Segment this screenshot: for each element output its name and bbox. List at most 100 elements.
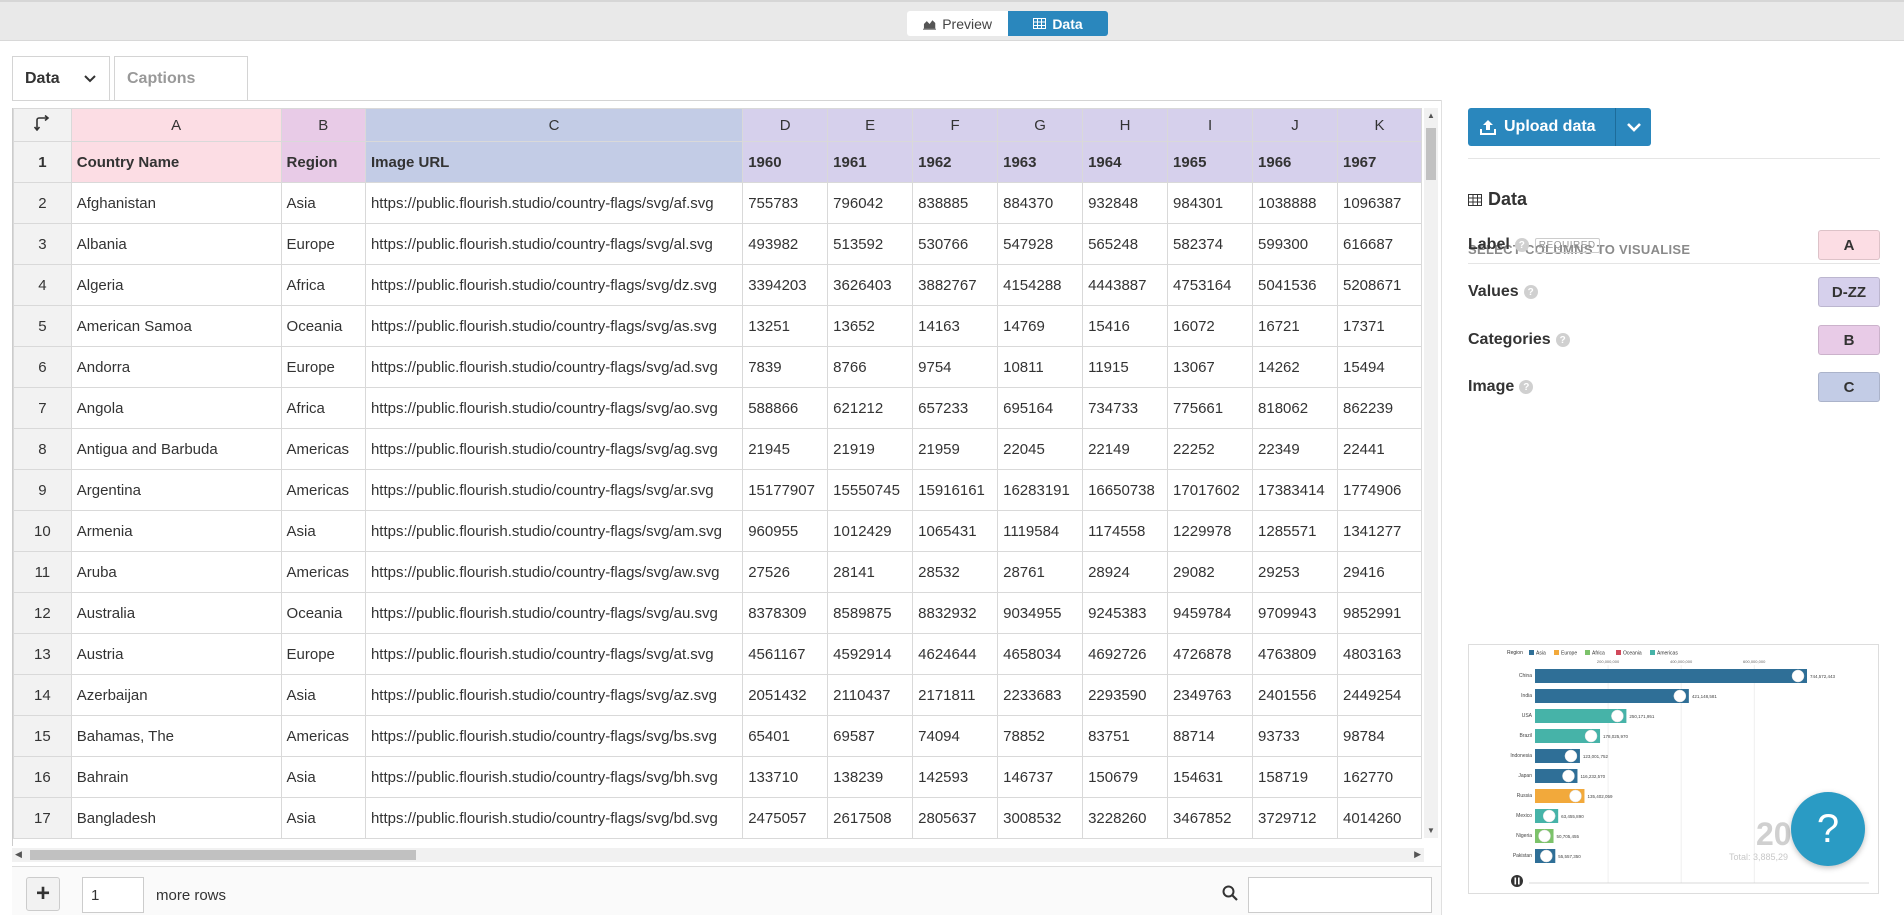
table-cell[interactable]: 29082 [1167,551,1254,593]
column-header-i[interactable]: I [1167,108,1254,142]
table-cell[interactable]: 4753164 [1167,264,1254,306]
table-cell[interactable]: 862239 [1336,387,1422,429]
table-cell[interactable]: Africa [280,387,366,429]
table-cell[interactable]: 838885 [912,182,999,224]
table-cell[interactable]: 582374 [1167,223,1254,265]
table-cell[interactable]: 3467852 [1167,797,1254,839]
table-cell[interactable]: 2171811 [912,674,999,716]
table-cell[interactable]: Americas [280,428,366,470]
row-number[interactable]: 5 [13,305,72,347]
table-cell[interactable]: https://public.flourish.studio/country-f… [364,182,744,224]
table-cell[interactable]: 513592 [827,223,914,265]
vertical-scroll-thumb[interactable] [1426,128,1436,180]
vertical-scrollbar[interactable]: ▲ ▼ [1424,108,1438,838]
table-cell[interactable]: 83751 [1082,715,1169,757]
table-cell[interactable]: 3008532 [997,797,1084,839]
table-cell[interactable]: 16650738 [1082,469,1169,511]
table-cell[interactable]: Americas [280,715,366,757]
question-icon[interactable]: ? [1555,333,1570,347]
table-cell[interactable]: 9459784 [1167,592,1254,634]
table-cell[interactable]: https://public.flourish.studio/country-f… [364,633,744,675]
table-cell[interactable]: 4561167 [742,633,829,675]
table-cell[interactable]: 22045 [997,428,1084,470]
table-cell[interactable]: 2293590 [1082,674,1169,716]
question-icon[interactable]: ? [1514,238,1529,252]
table-cell[interactable]: 15550745 [827,469,914,511]
table-cell[interactable]: Europe [280,346,366,388]
table-cell[interactable]: Afghanistan [70,182,282,224]
table-cell[interactable]: 13067 [1167,346,1254,388]
table-cell[interactable]: https://public.flourish.studio/country-f… [364,674,744,716]
table-cell[interactable]: Aruba [70,551,282,593]
table-cell[interactable]: 22149 [1082,428,1169,470]
table-cell[interactable]: 21945 [742,428,829,470]
table-cell[interactable]: Asia [280,182,366,224]
table-cell[interactable]: 88714 [1167,715,1254,757]
scroll-left-icon[interactable]: ◀ [15,849,22,860]
table-cell[interactable]: 818062 [1252,387,1338,429]
help-button[interactable]: ? [1791,792,1865,866]
table-cell[interactable]: 3626403 [827,264,914,306]
table-cell[interactable]: Americas [280,469,366,511]
table-cell[interactable]: https://public.flourish.studio/country-f… [364,551,744,593]
row-number[interactable]: 3 [13,223,72,265]
table-cell[interactable]: 1174558 [1082,510,1169,552]
scroll-down-icon[interactable]: ▼ [1427,826,1435,835]
table-cell[interactable]: 93733 [1252,715,1338,757]
tab-captions[interactable]: Captions [114,56,248,101]
table-cell[interactable]: 10811 [997,346,1084,388]
table-cell[interactable]: Armenia [70,510,282,552]
table-cell[interactable]: 13251 [742,305,829,347]
table-cell[interactable]: 9034955 [997,592,1084,634]
table-cell[interactable]: 16283191 [997,469,1084,511]
table-cell[interactable]: 932848 [1082,182,1169,224]
column-chip[interactable]: D-ZZ [1818,277,1880,307]
table-cell[interactable]: 2475057 [742,797,829,839]
table-cell[interactable]: 22349 [1252,428,1338,470]
table-cell[interactable]: 2233683 [997,674,1084,716]
table-cell[interactable]: https://public.flourish.studio/country-f… [364,305,744,347]
tab-data[interactable]: Data [12,56,110,101]
table-cell[interactable]: 29416 [1336,551,1422,593]
table-cell[interactable]: 22441 [1336,428,1422,470]
table-cell[interactable]: Andorra [70,346,282,388]
table-cell[interactable]: https://public.flourish.studio/country-f… [364,756,744,798]
table-cell[interactable]: 984301 [1167,182,1254,224]
table-cell[interactable]: 17371 [1336,305,1422,347]
table-cell[interactable]: 21959 [912,428,999,470]
upload-data-button[interactable]: Upload data [1468,108,1615,146]
column-header-k[interactable]: K [1336,108,1422,142]
table-cell[interactable]: 1065431 [912,510,999,552]
table-cell[interactable]: 15177907 [742,469,829,511]
table-cell[interactable]: 960955 [742,510,829,552]
header-cell[interactable]: 1964 [1082,141,1169,183]
table-cell[interactable]: 565248 [1082,223,1169,265]
table-cell[interactable]: Angola [70,387,282,429]
table-cell[interactable]: 2449254 [1336,674,1422,716]
table-cell[interactable]: 775661 [1167,387,1254,429]
table-cell[interactable]: 5041536 [1252,264,1338,306]
search-input[interactable] [1248,877,1432,913]
preview-toggle[interactable]: Preview [907,11,1008,36]
table-cell[interactable]: Azerbaijan [70,674,282,716]
upload-dropdown-button[interactable] [1615,108,1651,146]
table-cell[interactable]: 150679 [1082,756,1169,798]
table-cell[interactable]: 493982 [742,223,829,265]
table-cell[interactable]: 796042 [827,182,914,224]
table-cell[interactable]: 3729712 [1252,797,1338,839]
scroll-up-icon[interactable]: ▲ [1427,111,1435,120]
chevron-down-icon[interactable] [83,74,97,84]
table-cell[interactable]: 9754 [912,346,999,388]
row-number[interactable]: 8 [13,428,72,470]
table-cell[interactable]: 2805637 [912,797,999,839]
row-number[interactable]: 10 [13,510,72,552]
table-cell[interactable]: 530766 [912,223,999,265]
table-cell[interactable]: https://public.flourish.studio/country-f… [364,223,744,265]
table-cell[interactable]: 1774906 [1336,469,1422,511]
table-cell[interactable]: 28141 [827,551,914,593]
table-cell[interactable]: 17383414 [1252,469,1338,511]
row-number[interactable]: 17 [13,797,72,839]
table-cell[interactable]: 4592914 [827,633,914,675]
table-cell[interactable]: 2349763 [1167,674,1254,716]
table-cell[interactable]: American Samoa [70,305,282,347]
